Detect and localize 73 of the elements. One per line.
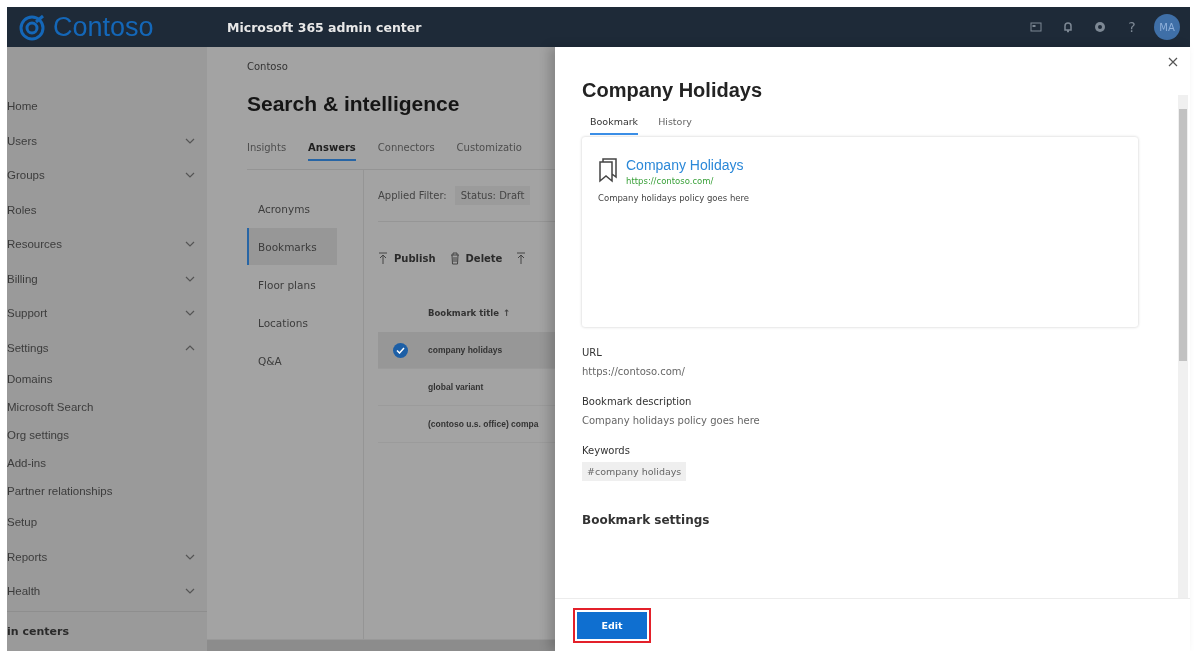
nav-item[interactable]: Reports	[7, 539, 207, 574]
chevron-down-icon	[185, 275, 195, 282]
page-tab[interactable]: Customizatio	[456, 134, 522, 161]
toolbar-button[interactable]: Publish	[378, 251, 436, 265]
column-header[interactable]: Bookmark title ↑	[428, 308, 511, 318]
panel-title: Company Holidays	[582, 79, 764, 102]
field-label: Bookmark description	[582, 396, 693, 407]
nav-subitem[interactable]: Partner relationships	[7, 477, 207, 505]
check-circle-icon[interactable]	[393, 342, 408, 358]
nav-item[interactable]: Home	[7, 89, 207, 124]
logo-icon	[19, 13, 47, 41]
table-cell: global variant	[428, 382, 484, 392]
chevron-down-icon	[185, 588, 195, 595]
bookmark-title-link[interactable]: Company Holidays	[626, 157, 744, 173]
nav-subitem[interactable]: Org settings	[7, 421, 207, 449]
bookmark-icon	[598, 157, 620, 183]
nav-item[interactable]: Billing	[7, 261, 207, 296]
filter-label: Applied Filter:	[378, 190, 447, 201]
trash-icon	[449, 251, 460, 265]
table-cell: company holidays	[428, 345, 503, 355]
nav-item[interactable]: Roles	[7, 192, 207, 227]
logo-text: Contoso	[53, 11, 155, 43]
field-value: Company holidays policy goes here	[582, 415, 761, 426]
chevron-down-icon	[185, 137, 195, 144]
nav-item[interactable]: Resources	[7, 227, 207, 262]
chevron-down-icon	[185, 172, 195, 179]
subnav-item[interactable]: Floor plans	[247, 266, 337, 303]
subnav-item[interactable]: Bookmarks	[247, 228, 337, 265]
toolbar-button[interactable]: Delete	[449, 251, 503, 265]
page-tab[interactable]: Answers	[308, 134, 356, 161]
chevron-down-icon	[185, 241, 195, 248]
close-icon[interactable]	[1166, 55, 1180, 69]
page-title: Search & intelligence	[247, 92, 461, 116]
upload-icon	[516, 251, 527, 265]
nav-subitem[interactable]: Domains	[7, 365, 207, 393]
chevron-down-icon	[185, 310, 195, 317]
panel-tab[interactable]: History	[658, 116, 692, 135]
nav-item[interactable]: Settings	[7, 330, 207, 365]
bookmark-description: Company holidays policy goes here	[598, 193, 751, 203]
section-heading: Bookmark settings	[582, 513, 711, 527]
field-label: URL	[582, 347, 603, 358]
breadcrumb[interactable]: Contoso	[247, 61, 555, 72]
keyword-tag: #company holidays	[582, 462, 687, 481]
chevron-down-icon	[185, 553, 195, 560]
nav-item[interactable]: Health	[7, 574, 207, 609]
subnav-item[interactable]: Locations	[247, 304, 337, 341]
nav-item[interactable]: Setup	[7, 505, 207, 540]
bookmark-url: https://contoso.com/	[626, 176, 715, 186]
avatar[interactable]: MA	[1154, 14, 1180, 40]
help-icon[interactable]: ?	[1116, 19, 1148, 35]
sort-arrow: ↑	[502, 308, 511, 318]
subnav-item[interactable]: Q&A	[247, 342, 337, 379]
app-title: Microsoft 365 admin center	[227, 19, 423, 35]
filter-chip[interactable]: Status: Draft	[454, 186, 531, 205]
upload-icon	[378, 251, 388, 265]
nav-item[interactable]: Users	[7, 123, 207, 158]
page-tab[interactable]: Connectors	[377, 134, 435, 161]
chevron-up-icon	[185, 344, 195, 351]
table-row[interactable]: company holidays	[378, 332, 555, 369]
panel-tab[interactable]: Bookmark	[590, 116, 639, 135]
nav-subitem[interactable]: Add-ins	[7, 449, 207, 477]
nav-item[interactable]: Support	[7, 296, 207, 331]
nav-subitem[interactable]: Microsoft Search	[7, 393, 207, 421]
vertical-scrollbar[interactable]	[1178, 95, 1188, 598]
horizontal-scrollbar[interactable]	[207, 639, 555, 651]
table-cell: (contoso u.s. office) compa	[428, 419, 539, 429]
field-label: Keywords	[582, 445, 631, 456]
page-tab[interactable]: Insights	[247, 134, 287, 161]
edit-button[interactable]: Edit	[577, 611, 647, 639]
subnav-item[interactable]: Acronyms	[247, 190, 337, 227]
toolbar-icon-button[interactable]	[516, 251, 527, 265]
nav-item[interactable]: Groups	[7, 158, 207, 193]
field-value: https://contoso.com/	[582, 366, 686, 377]
